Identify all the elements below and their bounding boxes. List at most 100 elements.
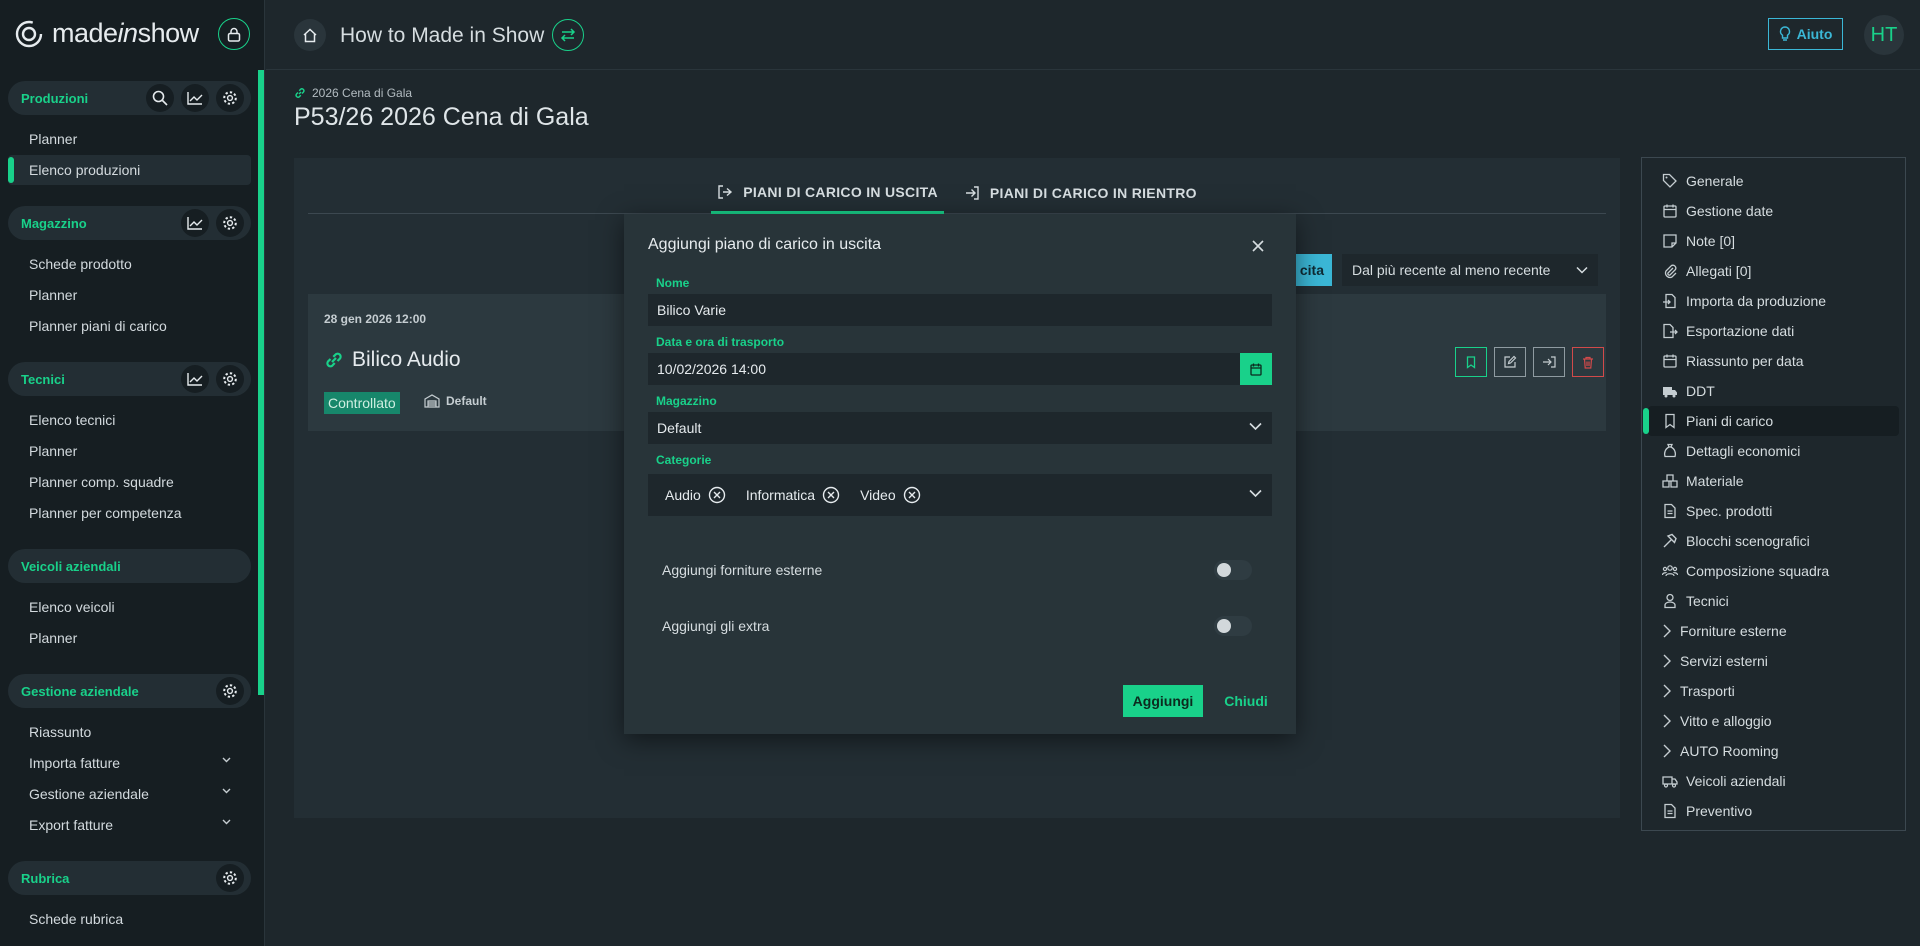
toggle-external-label: Aggiungi forniture esterne [662,562,823,578]
calendar-button[interactable] [1240,353,1272,385]
card-title[interactable]: Bilico Audio [324,348,461,372]
sidebar-item-riassunto[interactable]: Riassunto [8,717,251,747]
warehouse-select[interactable]: Default [648,412,1272,444]
nav-item-servizi-esterni[interactable]: Servizi esterni [1642,646,1899,676]
toggle-external-supplies[interactable] [1214,560,1252,580]
nav-item-vitto-e-alloggio[interactable]: Vitto e alloggio [1642,706,1899,736]
nav-item-preventivo[interactable]: Preventivo [1642,796,1899,826]
section-tecnici[interactable]: Tecnici [8,362,251,396]
sidebar-item-elenco-veicoli[interactable]: Elenco veicoli [8,592,251,622]
gear-icon[interactable] [216,365,244,393]
breadcrumb[interactable]: 2026 Cena di Gala [294,86,412,100]
remove-circle-icon[interactable] [708,486,726,504]
nav-item-ddt[interactable]: DDT [1642,376,1899,406]
sidebar-item-planner-piani[interactable]: Planner piani di carico [8,311,251,341]
switch-button[interactable] [552,19,584,51]
sidebar-item-importa-fatture[interactable]: Importa fatture [8,748,251,778]
name-label: Nome [656,276,690,290]
remove-circle-icon[interactable] [822,486,840,504]
chevron-down-icon [222,757,231,763]
nav-item-esportazione-dati[interactable]: Esportazione dati [1642,316,1899,346]
delete-button[interactable] [1572,347,1604,377]
sidebar-item-gestione-aziendale[interactable]: Gestione aziendale [8,779,251,809]
name-field[interactable]: Bilico Varie [648,294,1272,326]
note-icon [1663,234,1677,248]
sidebar-item-schede-rubrica[interactable]: Schede rubrica [8,904,251,934]
section-produzioni[interactable]: Produzioni [8,81,251,115]
nav-item-materiale[interactable]: Materiale [1642,466,1899,496]
chart-line-icon[interactable] [181,365,209,393]
nav-item-forniture-esterne[interactable]: Forniture esterne [1642,616,1899,646]
nav-item-spec-prodotti[interactable]: Spec. prodotti [1642,496,1899,526]
sidebar: madeinshow Produzioni Planner Elenco pro… [0,0,265,946]
nav-item-composizione-squadra[interactable]: Composizione squadra [1642,556,1899,586]
date-field[interactable]: 10/02/2026 14:00 [648,353,1272,385]
nav-item-allegati-0[interactable]: Allegati [0] [1642,256,1899,286]
edit-button[interactable] [1494,347,1526,377]
sidebar-item-export-fatture[interactable]: Export fatture [8,810,251,840]
sidebar-item-elenco-produzioni[interactable]: Elenco produzioni [8,155,251,185]
van-icon [1662,776,1678,788]
gear-icon[interactable] [216,677,244,705]
bookmark-icon [1466,355,1476,369]
sidebar-scrollbar[interactable] [258,70,264,695]
nav-item-riassunto-per-data[interactable]: Riassunto per data [1642,346,1899,376]
section-magazzino[interactable]: Magazzino [8,206,251,240]
nav-item-tecnici[interactable]: Tecnici [1642,586,1899,616]
nav-item-label: Dettagli economici [1686,443,1801,459]
sidebar-item-schede-prodotto[interactable]: Schede prodotto [8,249,251,279]
nav-item-label: Note [0] [1686,233,1736,249]
section-gestione-aziendale[interactable]: Gestione aziendale [8,674,251,708]
home-button[interactable] [294,19,326,51]
section-rubrica[interactable]: Rubrica [8,861,251,895]
add-button[interactable]: Aggiungi [1123,685,1203,717]
toggle-extras[interactable] [1214,616,1252,636]
sidebar-item-elenco-tecnici[interactable]: Elenco tecnici [8,405,251,435]
user-icon [1664,593,1676,609]
search-icon[interactable] [146,84,174,112]
nav-item-gestione-date[interactable]: Gestione date [1642,196,1899,226]
category-tag-label: Audio [665,487,701,503]
sign-in-button[interactable] [1533,347,1565,377]
chart-line-icon[interactable] [181,84,209,112]
sidebar-item-planner[interactable]: Planner [8,124,251,154]
sidebar-item-planner-competenza[interactable]: Planner per competenza [8,498,251,528]
sidebar-item-planner[interactable]: Planner [8,623,251,653]
nav-item-label: Generale [1686,173,1744,189]
close-button[interactable]: Chiudi [1218,685,1274,717]
gear-icon[interactable] [216,84,244,112]
money-bag-icon [1663,443,1677,458]
bookmark-button[interactable] [1455,347,1487,377]
gear-icon[interactable] [216,209,244,237]
nav-item-label: Veicoli aziendali [1686,773,1786,789]
nav-item-piani-di-carico[interactable]: Piani di carico [1643,406,1899,436]
lock-button[interactable] [218,18,250,50]
nav-item-generale[interactable]: Generale [1642,166,1899,196]
nav-item-auto-rooming[interactable]: AUTO Rooming [1642,736,1899,766]
tab-piani-uscita[interactable]: PIANI DI CARICO IN USCITA [711,172,944,214]
categories-multiselect[interactable]: Audio Informatica Video [648,474,1272,516]
brand-logo[interactable]: madeinshow [14,18,199,49]
close-icon[interactable] [1250,238,1266,254]
sidebar-item-planner[interactable]: Planner [8,436,251,466]
nav-item-blocchi-scenografici[interactable]: Blocchi scenografici [1642,526,1899,556]
nav-item-trasporti[interactable]: Trasporti [1642,676,1899,706]
remove-circle-icon[interactable] [903,486,921,504]
sort-select[interactable]: Dal più recente al meno recente [1342,254,1598,286]
edit-icon [1504,355,1517,368]
chevron-right-icon [1663,714,1671,728]
avatar[interactable]: HT [1864,15,1904,55]
chart-line-icon[interactable] [181,209,209,237]
sidebar-item-planner-squadre[interactable]: Planner comp. squadre [8,467,251,497]
nav-item-veicoli-aziendali[interactable]: Veicoli aziendali [1642,766,1899,796]
boxes-icon [1662,474,1678,488]
tab-piani-rientro[interactable]: PIANI DI CARICO IN RIENTRO [958,172,1203,214]
help-button[interactable]: Aiuto [1768,18,1843,50]
logo-icon [15,20,43,47]
nav-item-importa-da-produzione[interactable]: Importa da produzione [1642,286,1899,316]
nav-item-note-0[interactable]: Note [0] [1642,226,1899,256]
nav-item-dettagli-economici[interactable]: Dettagli economici [1642,436,1899,466]
sidebar-item-planner[interactable]: Planner [8,280,251,310]
gear-icon[interactable] [216,864,244,892]
section-veicoli[interactable]: Veicoli aziendali [8,549,251,583]
